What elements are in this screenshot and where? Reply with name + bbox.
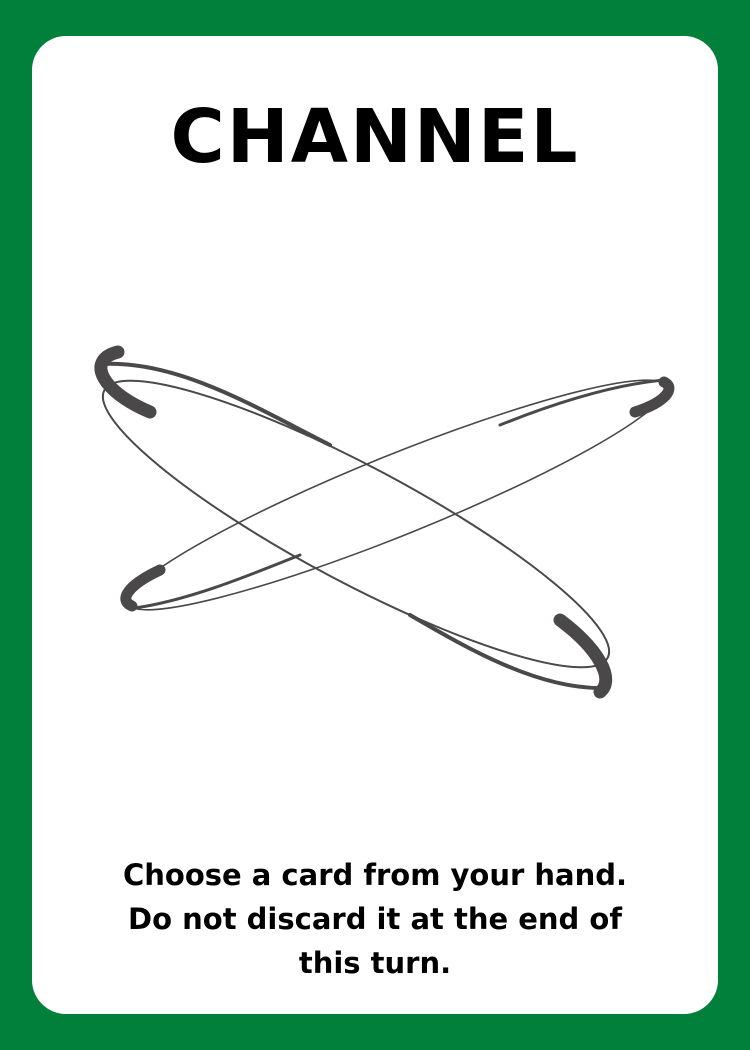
orbit-ellipse-1 — [94, 345, 613, 699]
card-description-line: Choose a card from your hand. — [122, 858, 628, 892]
card-description-line: this turn. — [298, 946, 452, 980]
card-description-line: Do not discard it at the end of — [128, 902, 622, 936]
card-description: Choose a card from your hand. Do not dis… — [80, 853, 670, 985]
